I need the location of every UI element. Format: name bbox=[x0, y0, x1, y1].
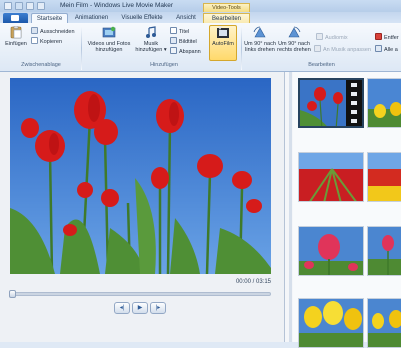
video-preview[interactable] bbox=[10, 78, 271, 274]
clip-thumbnail[interactable] bbox=[298, 298, 364, 348]
playback-controls: ◂| ▶ |▸ bbox=[114, 302, 166, 315]
rotate-left-button[interactable]: Um 90° nach links drehen bbox=[242, 26, 278, 60]
next-frame-button[interactable]: |▸ bbox=[150, 302, 166, 314]
fit-to-music-icon bbox=[314, 45, 321, 52]
clipboard-group-label: Zwischenablage bbox=[21, 62, 61, 68]
select-all-button[interactable]: Alle a bbox=[375, 45, 398, 54]
clip-thumbnail[interactable] bbox=[298, 152, 364, 202]
clip-thumbnail[interactable] bbox=[298, 226, 364, 276]
add-group-label: Hinzufügen bbox=[150, 62, 178, 68]
clip-image bbox=[299, 153, 363, 201]
seek-thumb[interactable] bbox=[9, 290, 16, 298]
ribbon: Einfügen Ausschneiden Kopieren Zwischena… bbox=[0, 23, 401, 72]
time-readout: 00:00 / 03:15 bbox=[235, 279, 271, 285]
undo-icon[interactable] bbox=[26, 2, 34, 10]
previous-frame-icon: ◂| bbox=[119, 305, 125, 311]
copy-button[interactable]: Kopieren bbox=[31, 37, 62, 46]
rotate-left-label-2: links drehen bbox=[245, 47, 275, 53]
app-menu-icon bbox=[11, 15, 19, 21]
credits-button[interactable]: Abspann bbox=[170, 47, 201, 56]
cut-button[interactable]: Ausschneiden bbox=[31, 27, 75, 36]
clip-image bbox=[368, 299, 401, 347]
redo-icon[interactable] bbox=[37, 2, 45, 10]
add-music-button[interactable]: Musik hinzufügen ▾ bbox=[133, 26, 169, 60]
credits-label: Abspann bbox=[179, 49, 201, 55]
remove-button[interactable]: Entfer bbox=[375, 33, 399, 42]
tab-visuelle-effekte[interactable]: Visuelle Effekte bbox=[116, 13, 168, 23]
seek-bar[interactable] bbox=[9, 290, 271, 298]
paste-icon bbox=[10, 26, 22, 39]
filmstrip-edge bbox=[346, 80, 362, 126]
title-label: Titel bbox=[179, 29, 190, 35]
copy-label: Kopieren bbox=[40, 39, 63, 45]
clip-thumbnail[interactable] bbox=[367, 152, 401, 202]
tab-ansicht[interactable]: Ansicht bbox=[171, 13, 201, 23]
tab-animationen[interactable]: Animationen bbox=[71, 13, 112, 23]
app-icon[interactable] bbox=[4, 2, 12, 10]
tab-bearbeiten[interactable]: Bearbeiten bbox=[203, 13, 250, 23]
splitter[interactable] bbox=[289, 72, 292, 342]
title-icon bbox=[170, 27, 177, 34]
select-all-icon bbox=[375, 45, 382, 52]
add-videos-photos-button[interactable]: Videos und Fotos hinzufügen bbox=[84, 26, 134, 60]
video-tools-context-header: Video-Tools bbox=[203, 3, 250, 12]
autofilm-button[interactable]: AutoFilm bbox=[209, 25, 237, 61]
save-icon[interactable] bbox=[15, 2, 23, 10]
add-music-label-2: hinzufügen ▾ bbox=[135, 47, 167, 53]
autofilm-icon bbox=[217, 26, 229, 38]
caption-icon bbox=[170, 37, 177, 44]
clip-thumbnail[interactable] bbox=[367, 226, 401, 276]
clip-image bbox=[368, 227, 401, 275]
audiomix-button[interactable]: Audiomix bbox=[316, 33, 348, 42]
clip-thumbnail[interactable] bbox=[298, 78, 364, 128]
clip-thumbnail[interactable] bbox=[367, 78, 401, 128]
remove-label: Entfer bbox=[384, 35, 399, 41]
edit-group-label: Bearbeiten bbox=[308, 62, 335, 68]
scissors-icon bbox=[31, 27, 38, 34]
select-all-label: Alle a bbox=[384, 47, 398, 53]
clip-image bbox=[368, 79, 401, 127]
play-icon: ▶ bbox=[137, 305, 143, 311]
credits-icon bbox=[170, 47, 177, 54]
title-button[interactable]: Titel bbox=[170, 27, 189, 36]
ribbon-tab-row: Startseite Animationen Visuelle Effekte … bbox=[0, 12, 401, 23]
rotate-right-label-2: rechts drehen bbox=[277, 47, 311, 53]
fit-to-music-button[interactable]: An Musik anpassen bbox=[314, 45, 371, 54]
clip-image bbox=[299, 227, 363, 275]
paste-button[interactable]: Einfügen bbox=[3, 26, 29, 60]
storyboard bbox=[293, 72, 401, 348]
window-title: Mein Film - Windows Live Movie Maker bbox=[60, 2, 174, 9]
rotate-right-icon bbox=[288, 26, 301, 38]
preview-pane: 00:00 / 03:15 ◂| ▶ |▸ bbox=[0, 72, 285, 342]
rotate-right-button[interactable]: Um 90° nach rechts drehen bbox=[276, 26, 312, 60]
caption-button[interactable]: Bildtitel bbox=[170, 37, 197, 46]
film-photo-icon bbox=[102, 26, 116, 38]
tulip-preview-image bbox=[10, 78, 271, 274]
application-menu-button[interactable] bbox=[3, 13, 28, 23]
cut-label: Ausschneiden bbox=[40, 29, 75, 35]
paste-label: Einfügen bbox=[5, 41, 27, 47]
remove-x-icon bbox=[375, 33, 382, 40]
music-note-icon bbox=[146, 26, 156, 38]
previous-frame-button[interactable]: ◂| bbox=[114, 302, 130, 314]
tab-startseite[interactable]: Startseite bbox=[31, 13, 68, 23]
caption-label: Bildtitel bbox=[179, 39, 197, 45]
copy-icon bbox=[31, 37, 38, 44]
group-separator bbox=[81, 26, 82, 70]
title-bar: Mein Film - Windows Live Movie Maker Vid… bbox=[0, 0, 401, 12]
clip-image bbox=[368, 153, 401, 201]
audiomix-icon bbox=[316, 33, 323, 40]
workspace: 00:00 / 03:15 ◂| ▶ |▸ bbox=[0, 72, 401, 348]
clip-image bbox=[299, 299, 363, 347]
audiomix-label: Audiomix bbox=[325, 35, 348, 41]
rotate-left-icon bbox=[253, 26, 266, 38]
add-videos-photos-label-2: hinzufügen bbox=[95, 47, 123, 53]
autofilm-label: AutoFilm bbox=[212, 41, 234, 47]
fit-to-music-label: An Musik anpassen bbox=[323, 47, 371, 53]
clip-thumbnail[interactable] bbox=[367, 298, 401, 348]
play-button[interactable]: ▶ bbox=[132, 302, 148, 314]
next-frame-icon: |▸ bbox=[155, 305, 161, 311]
